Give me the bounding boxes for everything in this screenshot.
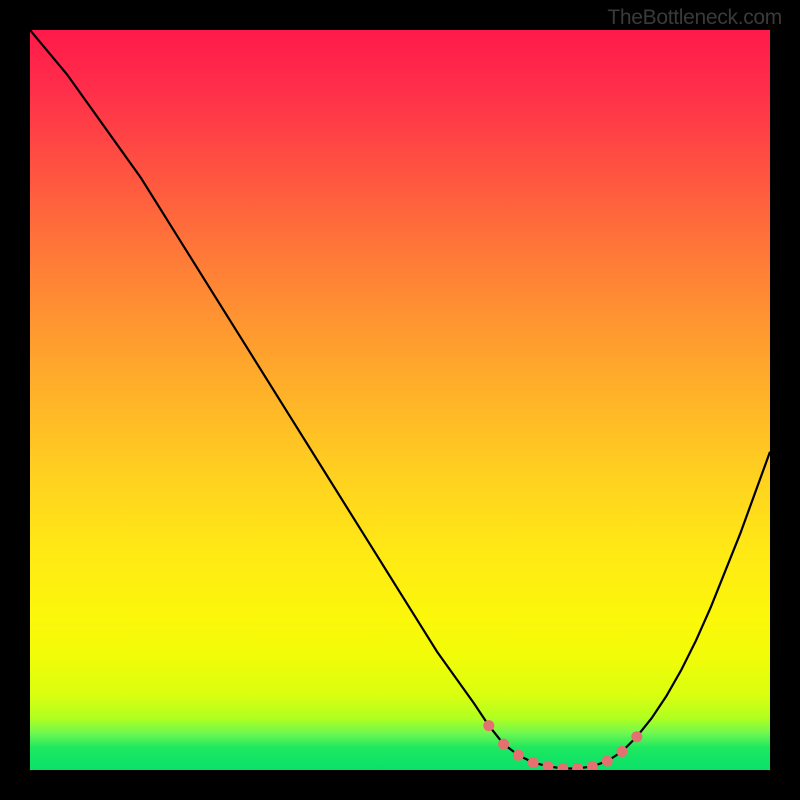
highlight-dot	[631, 731, 642, 742]
highlight-dot	[572, 763, 583, 770]
bottleneck-curve-line	[30, 30, 770, 769]
highlight-dot	[587, 761, 598, 770]
highlight-dot	[543, 761, 554, 770]
highlight-dot	[513, 750, 524, 761]
highlight-dot	[483, 720, 494, 731]
highlight-dot	[617, 746, 628, 757]
watermark-text: TheBottleneck.com	[607, 6, 782, 30]
highlight-dot	[557, 763, 568, 770]
chart-svg	[30, 30, 770, 770]
highlight-dot	[498, 739, 509, 750]
highlight-dot	[602, 756, 613, 767]
highlight-dot	[528, 757, 539, 768]
chart-plot-area	[30, 30, 770, 770]
highlight-dots-group	[483, 720, 642, 770]
